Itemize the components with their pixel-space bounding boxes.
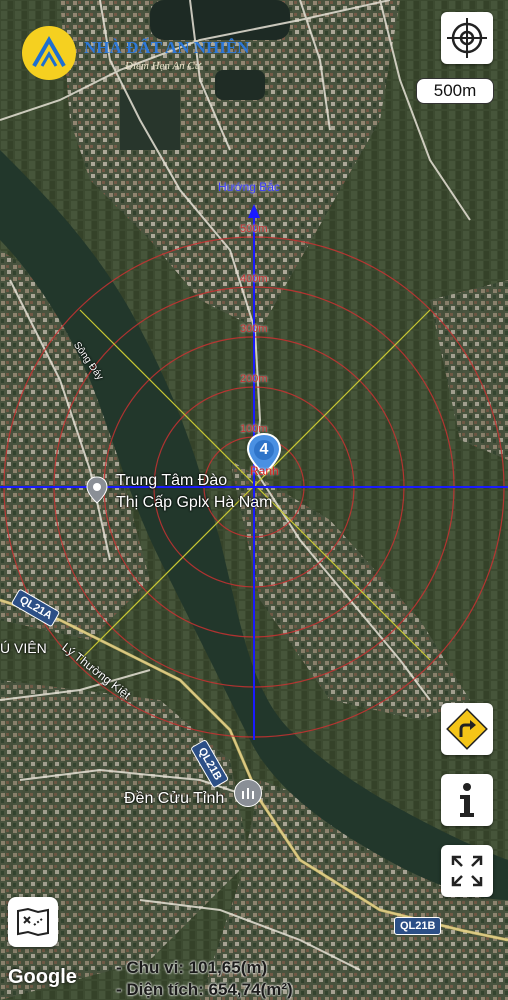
poi-name-line2[interactable]: Thị Cấp Gplx Hà Nam xyxy=(116,494,273,512)
brand-logo xyxy=(22,26,76,80)
ring-label-500m: 500m xyxy=(240,223,268,235)
road-shield-ql21b-east: QL21B xyxy=(394,917,442,935)
map-scale: 500m xyxy=(416,78,494,104)
area-label: Ú VIÊN xyxy=(0,640,47,656)
perimeter-text: - Chu vi: 101,65(m) xyxy=(116,958,268,977)
fullscreen-button[interactable] xyxy=(441,845,493,897)
temple-label[interactable]: Đền Cửu Tỉnh xyxy=(124,790,224,808)
turn-right-arrow-icon xyxy=(446,708,488,750)
locate-button[interactable] xyxy=(441,12,493,64)
map-type-button[interactable] xyxy=(8,897,58,947)
temple-icon xyxy=(242,788,254,799)
expand-icon xyxy=(451,855,483,887)
north-direction-label: Hướng Bắc xyxy=(218,180,280,194)
area-text: - Diện tích: 654,74(m²) xyxy=(116,980,293,999)
ring-label-300m: 300m xyxy=(240,323,268,335)
temple-marker[interactable] xyxy=(234,779,262,807)
ring-label-200m: 200m xyxy=(240,373,268,385)
poi-name-line1[interactable]: Trung Tâm Đào xyxy=(116,472,227,490)
map-pin-icon xyxy=(86,476,108,504)
google-attribution: Google xyxy=(8,966,77,988)
marker-count: 4 xyxy=(259,441,269,458)
info-button[interactable] xyxy=(441,774,493,826)
marker-label: Ranh xyxy=(250,464,279,478)
directions-button[interactable] xyxy=(441,703,493,755)
poi-marker[interactable] xyxy=(86,476,108,504)
brand-logo-icon xyxy=(32,35,66,67)
locate-icon xyxy=(447,18,487,58)
map-type-icon xyxy=(17,907,49,937)
brand-tagline: Điểm Hẹn An Cư xyxy=(125,60,201,72)
brand-name: NHÀ ĐẤT AN NHIÊN xyxy=(84,38,250,57)
info-icon xyxy=(460,783,474,817)
ring-label-400m: 400m xyxy=(240,273,268,285)
